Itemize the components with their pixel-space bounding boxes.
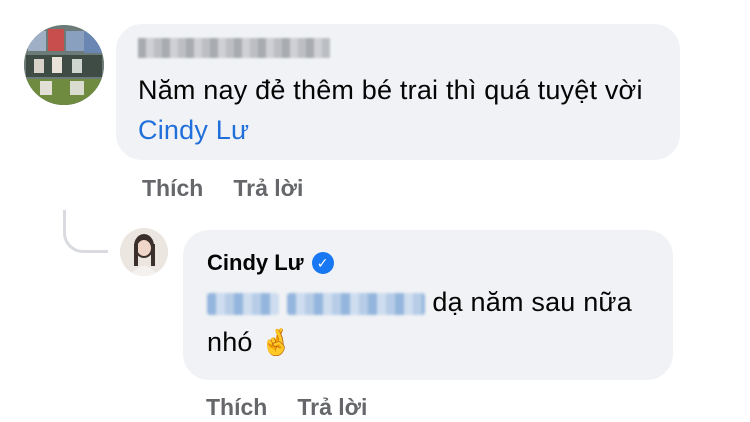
verified-badge-icon: ✓ [311,252,334,274]
reply-actions: Thích Trả lời [206,394,367,421]
profile-photo [120,228,168,276]
reply-text: dạ năm sau nữa nhó 🤞 [207,282,649,363]
reply-author-name[interactable]: Cindy Lư [207,250,304,276]
reply-bubble: Cindy Lư ✓ dạ năm sau nữa nhó 🤞 [183,230,673,380]
like-button[interactable]: Thích [206,394,267,421]
comment-text: Năm nay đẻ thêm bé trai thì quá tuyệt vờ… [138,70,658,150]
commenter-avatar[interactable] [24,25,104,105]
comment-actions: Thích Trả lời [142,175,303,202]
comment-body: Năm nay đẻ thêm bé trai thì quá tuyệt vờ… [138,75,643,105]
blurred-avatar-image [24,25,104,105]
like-button[interactable]: Thích [142,175,203,202]
reply-author-avatar[interactable] [120,228,168,276]
reply-button[interactable]: Trả lời [233,175,303,202]
thread-connector-line [63,210,108,253]
mention-link[interactable]: Cindy Lư [138,115,249,145]
comment-bubble: Năm nay đẻ thêm bé trai thì quá tuyệt vờ… [116,24,680,160]
fingers-crossed-icon: 🤞 [260,328,293,358]
reply-button[interactable]: Trả lời [297,394,367,421]
blurred-author-name[interactable] [138,38,330,58]
blurred-text [207,292,279,315]
blurred-text [286,292,425,315]
